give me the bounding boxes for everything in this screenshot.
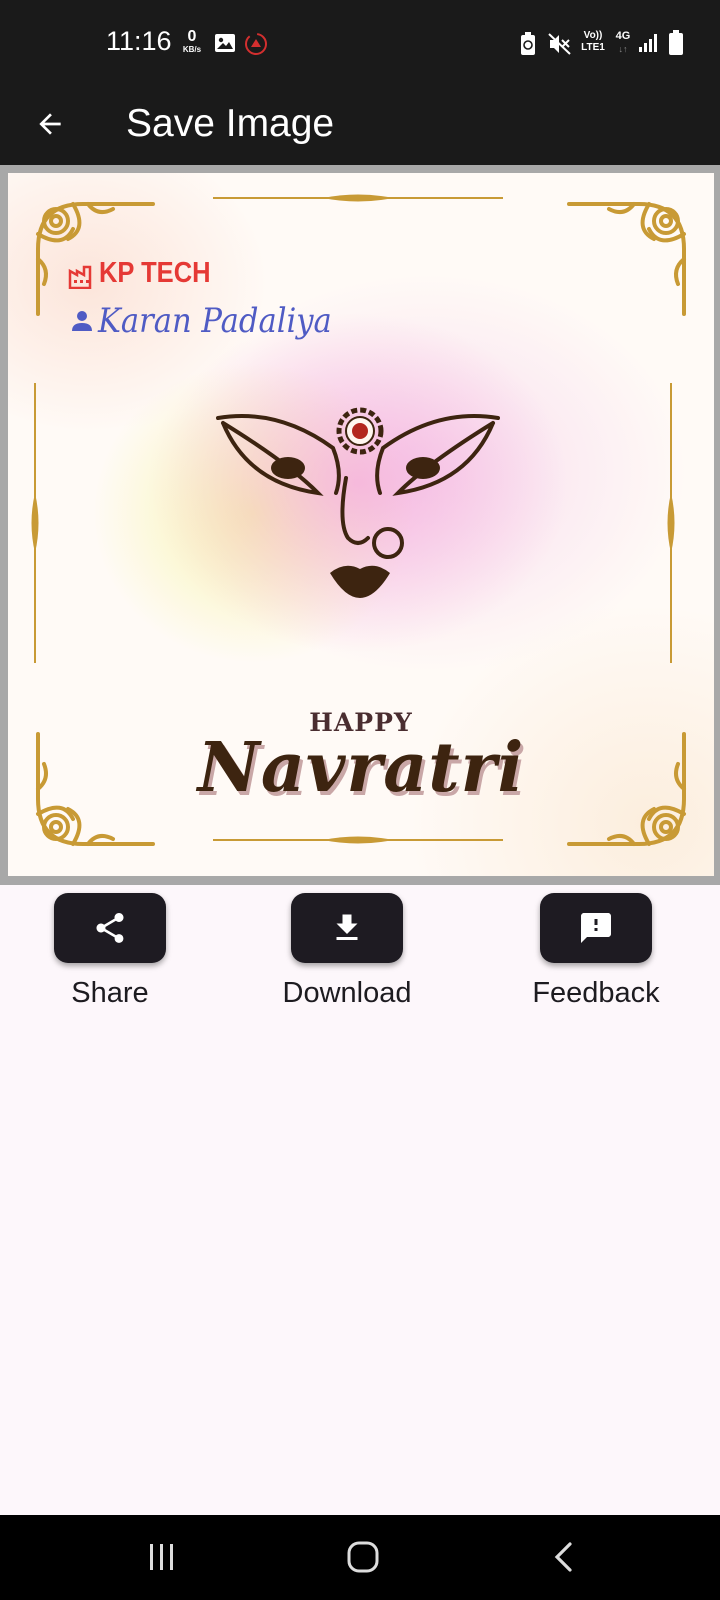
- mute-icon: [548, 33, 571, 55]
- brand-name: KP TECH: [99, 257, 211, 289]
- person-name: Karan Padaliya: [98, 301, 332, 341]
- top-border-ornament: [213, 194, 503, 202]
- arrow-back-icon: [39, 113, 61, 135]
- app-bar: Save Image: [0, 84, 720, 165]
- image-preview-frame: KP TECH Karan Padaliya HAPPY Navratri: [0, 165, 720, 885]
- page-title: Save Image: [126, 102, 335, 145]
- volte-label-top: Vo)): [583, 30, 603, 41]
- share-label: Share: [71, 977, 149, 1009]
- action-buttons: Share Download Feedback: [0, 885, 720, 1025]
- greeting-card-image: KP TECH Karan Padaliya HAPPY Navratri: [8, 173, 714, 876]
- left-border-ornament: [31, 383, 39, 663]
- network-type: 4G ↓↑: [612, 30, 634, 56]
- network-type-label: 4G: [615, 30, 631, 42]
- greeting-line-2: Navratri: [197, 728, 525, 808]
- share-icon: [96, 913, 124, 943]
- signal-icon: [639, 34, 657, 52]
- volte-label-bottom: LTE1: [581, 42, 605, 53]
- feedback-action[interactable]: Feedback: [532, 893, 660, 1010]
- back-button[interactable]: [28, 102, 72, 146]
- bottom-border-ornament: [213, 836, 503, 844]
- home-icon: [347, 1541, 379, 1573]
- feedback-icon: [581, 913, 611, 943]
- network-speed-unit: KB/s: [182, 45, 202, 54]
- share-action[interactable]: Share: [54, 893, 166, 1010]
- system-navigation-bar: [0, 1515, 720, 1600]
- share-button[interactable]: [54, 893, 166, 963]
- status-time: 11:16: [106, 26, 172, 56]
- recent-apps-button[interactable]: [132, 1535, 192, 1579]
- battery-icon: [669, 30, 683, 55]
- feedback-label: Feedback: [532, 977, 660, 1009]
- download-action[interactable]: Download: [283, 893, 412, 1010]
- home-button[interactable]: [333, 1535, 393, 1579]
- factory-icon: [68, 265, 92, 289]
- corner-flourish-top-left: [36, 202, 155, 316]
- volte-indicator: Vo)) LTE1: [578, 30, 608, 54]
- battery-saver-icon: [521, 32, 535, 55]
- right-border-ornament: [667, 383, 675, 663]
- download-label: Download: [282, 977, 412, 1009]
- gallery-icon: [215, 34, 235, 52]
- durga-face-illustration: [216, 407, 500, 598]
- data-arrows-icon: ↓↑: [618, 44, 628, 54]
- app-notification-icon: [245, 33, 267, 55]
- nav-back-button[interactable]: [534, 1535, 594, 1579]
- download-button[interactable]: [291, 893, 403, 963]
- network-speed-value: 0: [187, 28, 197, 45]
- download-icon: [336, 914, 358, 940]
- person-icon: [72, 311, 92, 331]
- back-icon: [554, 1542, 572, 1572]
- corner-flourish-top-right: [567, 202, 686, 316]
- recent-apps-icon: [150, 1544, 173, 1570]
- status-bar: 11:16 0 KB/s Vo)) LTE1 4G ↓↑: [0, 0, 720, 84]
- network-speed: 0 KB/s: [181, 28, 203, 55]
- feedback-button[interactable]: [540, 893, 652, 963]
